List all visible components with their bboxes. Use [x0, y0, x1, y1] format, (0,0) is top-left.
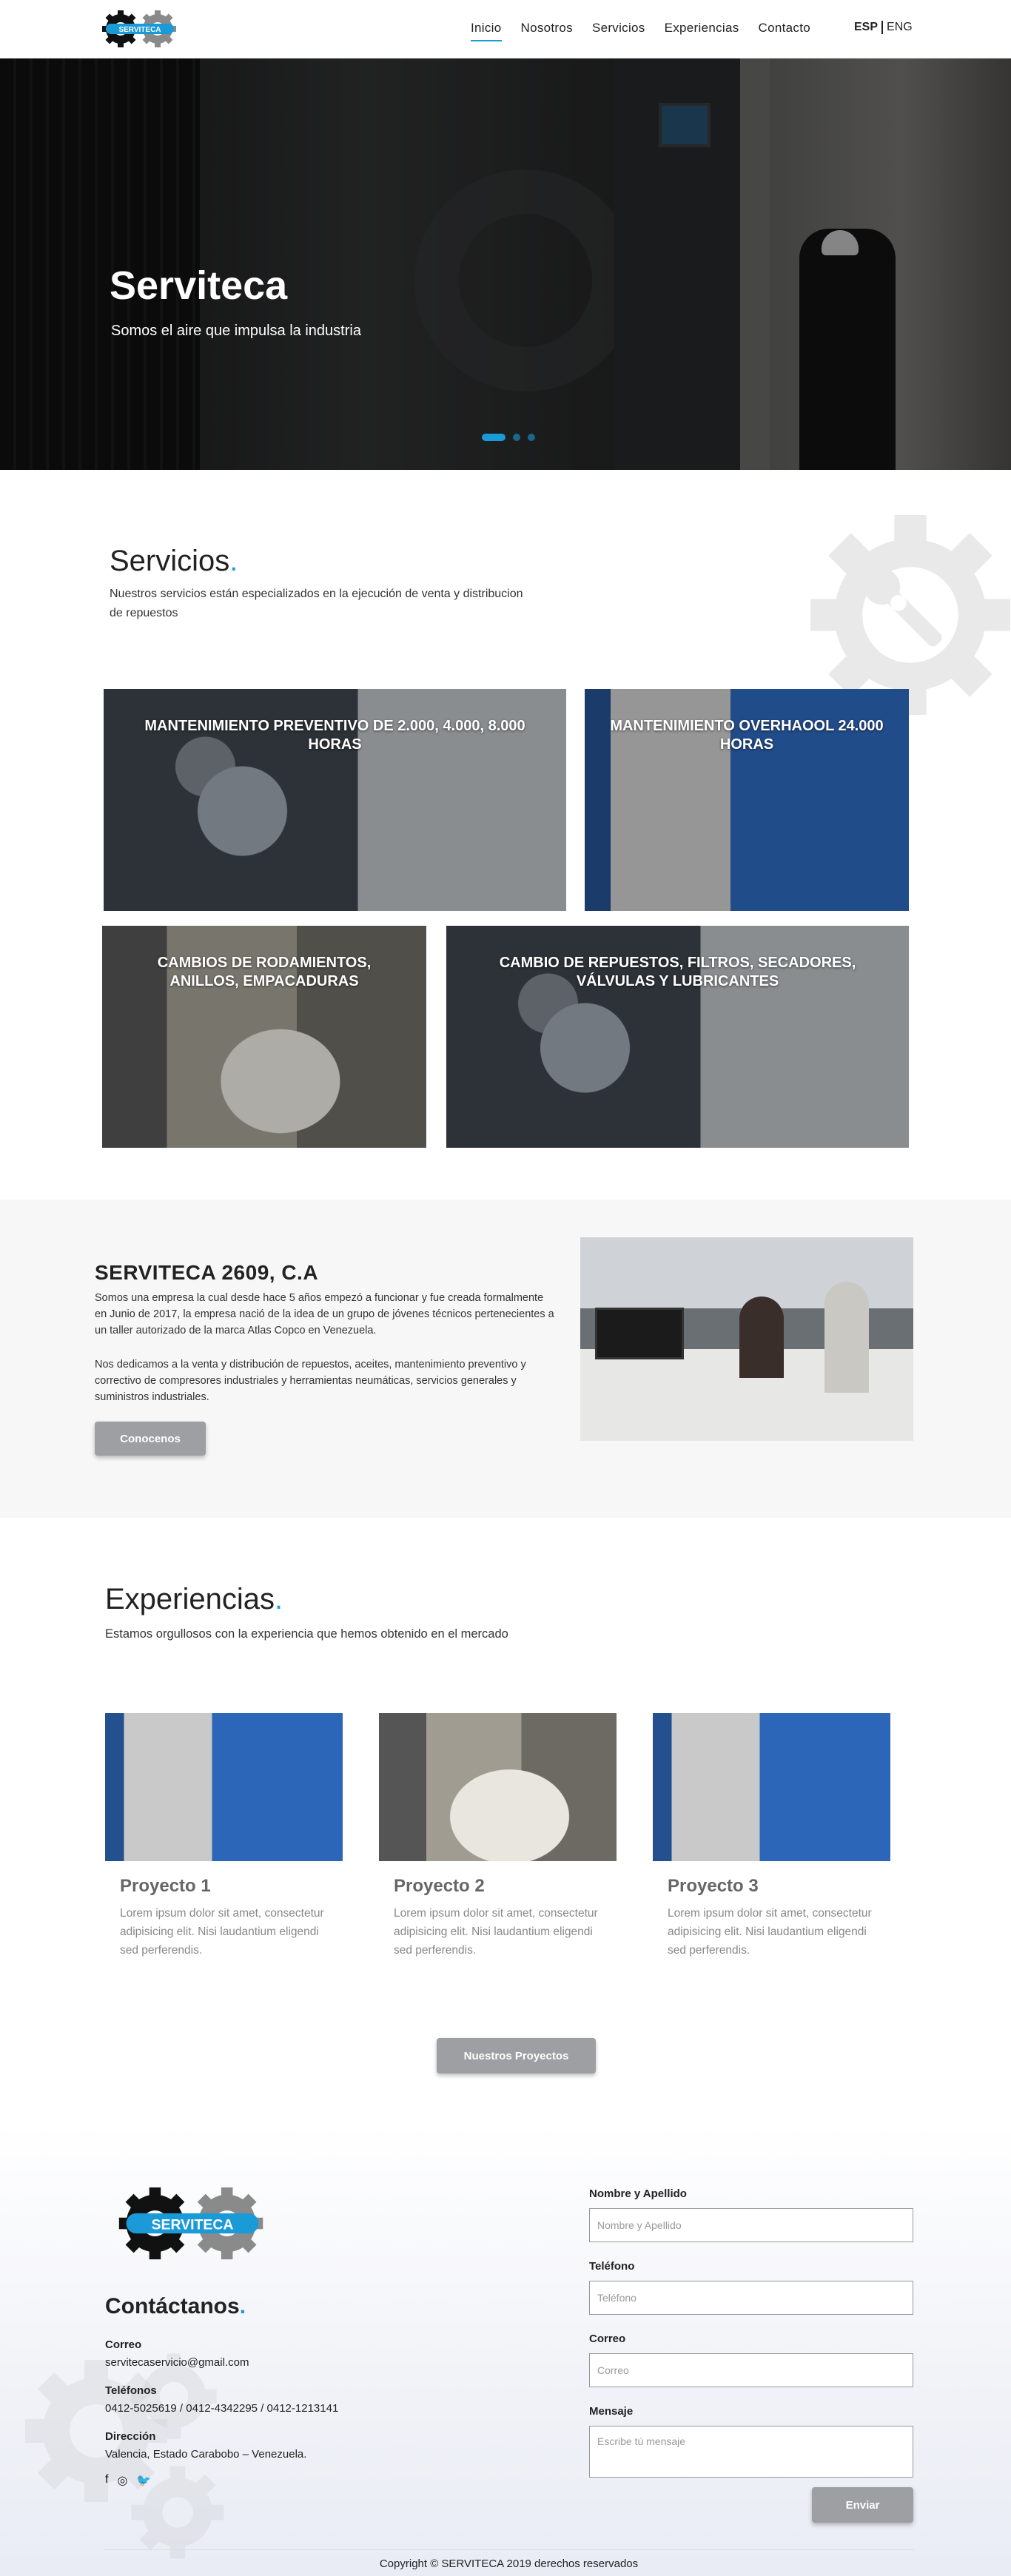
photo-person [739, 1297, 784, 1378]
about-section: SERVITECA 2609, C.A Somos una empresa la… [0, 1200, 1011, 1518]
lang-esp[interactable]: ESP [854, 21, 884, 34]
service-card-overhaul[interactable]: MANTENIMIENTO OVERHAOOL 24.000 HORAS [585, 689, 909, 911]
conocenos-button[interactable]: Conocenos [95, 1422, 206, 1456]
message-textarea[interactable] [589, 2426, 913, 2478]
services-title: Servicios. [110, 545, 238, 577]
project-card-1[interactable]: Proyecto 1 Lorem ipsum dolor sit amet, c… [105, 1713, 343, 1960]
project-text: Lorem ipsum dolor sit amet, consectetur … [394, 1907, 598, 1957]
project-card-3[interactable]: Proyecto 3 Lorem ipsum dolor sit amet, c… [653, 1713, 890, 1960]
wrench-gear-icon [810, 515, 1010, 715]
service-card-preventive[interactable]: MANTENIMIENTO PREVENTIVO DE 2.000, 4.000… [104, 689, 566, 911]
contact-title: Contáctanos. [105, 2294, 246, 2318]
hero-subtitle: Somos el aire que impulsa la industria [111, 323, 361, 339]
slider-dot-3[interactable] [528, 434, 535, 441]
photo-monitor [595, 1308, 684, 1359]
phone-input[interactable] [589, 2281, 913, 2315]
serviteca-logo-large: SERVITECA [118, 2187, 263, 2260]
phone-label: Teléfono [589, 2260, 635, 2273]
project-image [105, 1713, 343, 1861]
about-title: SERVITECA 2609, C.A [95, 1261, 319, 1284]
nav-inicio[interactable]: Inicio [471, 21, 502, 41]
message-label: Mensaje [589, 2405, 634, 2418]
photo-person [824, 1282, 869, 1393]
language-switcher: ESP ENG [854, 21, 913, 34]
serviteca-logo[interactable]: SERVITECA [98, 9, 181, 49]
facebook-icon[interactable]: f [105, 2473, 108, 2488]
copyright: Copyright © SERVITECA 2019 derechos rese… [104, 2549, 914, 2570]
nav-contacto[interactable]: Contacto [759, 21, 810, 41]
about-paragraph-1: Somos una empresa la cual desde hace 5 a… [95, 1292, 554, 1336]
project-title: Proyecto 3 [668, 1876, 759, 1896]
email-value[interactable]: servitecaservicio@gmail.com [105, 2356, 249, 2369]
send-button[interactable]: Enviar [812, 2487, 913, 2523]
service-card-title: CAMBIO DE REPUESTOS, FILTROS, SECADORES,… [499, 955, 856, 989]
service-card-title: MANTENIMIENTO OVERHAOOL 24.000 HORAS [610, 718, 884, 753]
email-input[interactable] [589, 2353, 913, 2387]
phones-value: 0412-5025619 / 0412-4342295 / 0412-12131… [105, 2402, 339, 2415]
office-photo [580, 1237, 913, 1441]
experiences-intro: Estamos orgullosos con la experiencia qu… [105, 1627, 508, 1641]
email-label: Correo [105, 2338, 142, 2351]
service-card-title: MANTENIMIENTO PREVENTIVO DE 2.000, 4.000… [144, 718, 525, 753]
service-card-spare-parts[interactable]: CAMBIO DE REPUESTOS, FILTROS, SECADORES,… [446, 926, 909, 1148]
project-card-2[interactable]: Proyecto 2 Lorem ipsum dolor sit amet, c… [379, 1713, 617, 1960]
main-menu: Inicio Nosotros Servicios Experiencias C… [471, 21, 830, 41]
project-text: Lorem ipsum dolor sit amet, consectetur … [668, 1907, 872, 1957]
project-title: Proyecto 1 [120, 1876, 211, 1896]
address-label: Dirección [105, 2430, 156, 2443]
slider-dot-1[interactable] [482, 434, 506, 441]
social-links: f ◎ 🐦 [105, 2473, 151, 2488]
name-label: Nombre y Apellido [589, 2187, 687, 2200]
experiences-title: Experiencias. [105, 1583, 283, 1615]
address-value: Valencia, Estado Carabobo – Venezuela. [105, 2448, 307, 2461]
hero-title: Serviteca [110, 263, 288, 308]
service-card-bearings[interactable]: CAMBIOS DE RODAMIENTOS, ANILLOS, EMPACAD… [102, 926, 426, 1148]
phones-label: Teléfonos [105, 2384, 157, 2397]
nav-servicios[interactable]: Servicios [592, 21, 645, 41]
contact-section: SERVITECA Contáctanos. Correo servitecas… [0, 2124, 1011, 2576]
project-text: Lorem ipsum dolor sit amet, consectetur … [120, 1907, 324, 1957]
nav-nosotros[interactable]: Nosotros [521, 21, 573, 41]
top-navbar: SERVITECA Inicio Nosotros Servicios Expe… [0, 0, 1011, 58]
slider-dot-2[interactable] [513, 434, 520, 441]
twitter-icon[interactable]: 🐦 [136, 2473, 151, 2488]
about-paragraph-2: Nos dedicamos a la venta y distribución … [95, 1359, 526, 1403]
services-intro: Nuestros servicios están especializados … [110, 588, 523, 619]
our-projects-button[interactable]: Nuestros Proyectos [437, 2038, 596, 2074]
name-input[interactable] [589, 2208, 913, 2242]
project-image [379, 1713, 617, 1861]
lang-eng[interactable]: ENG [883, 21, 913, 34]
svg-text:SERVITECA: SERVITECA [118, 26, 161, 34]
instagram-icon[interactable]: ◎ [117, 2473, 127, 2488]
project-title: Proyecto 2 [394, 1876, 485, 1896]
slider-indicators [482, 434, 535, 441]
project-image [653, 1713, 890, 1861]
nav-experiencias[interactable]: Experiencias [665, 21, 739, 41]
svg-text:SERVITECA: SERVITECA [152, 2216, 234, 2233]
hero-slider: Serviteca Somos el aire que impulsa la i… [0, 58, 1011, 470]
service-card-title: CAMBIOS DE RODAMIENTOS, ANILLOS, EMPACAD… [157, 955, 372, 989]
email-form-label: Correo [589, 2333, 626, 2345]
